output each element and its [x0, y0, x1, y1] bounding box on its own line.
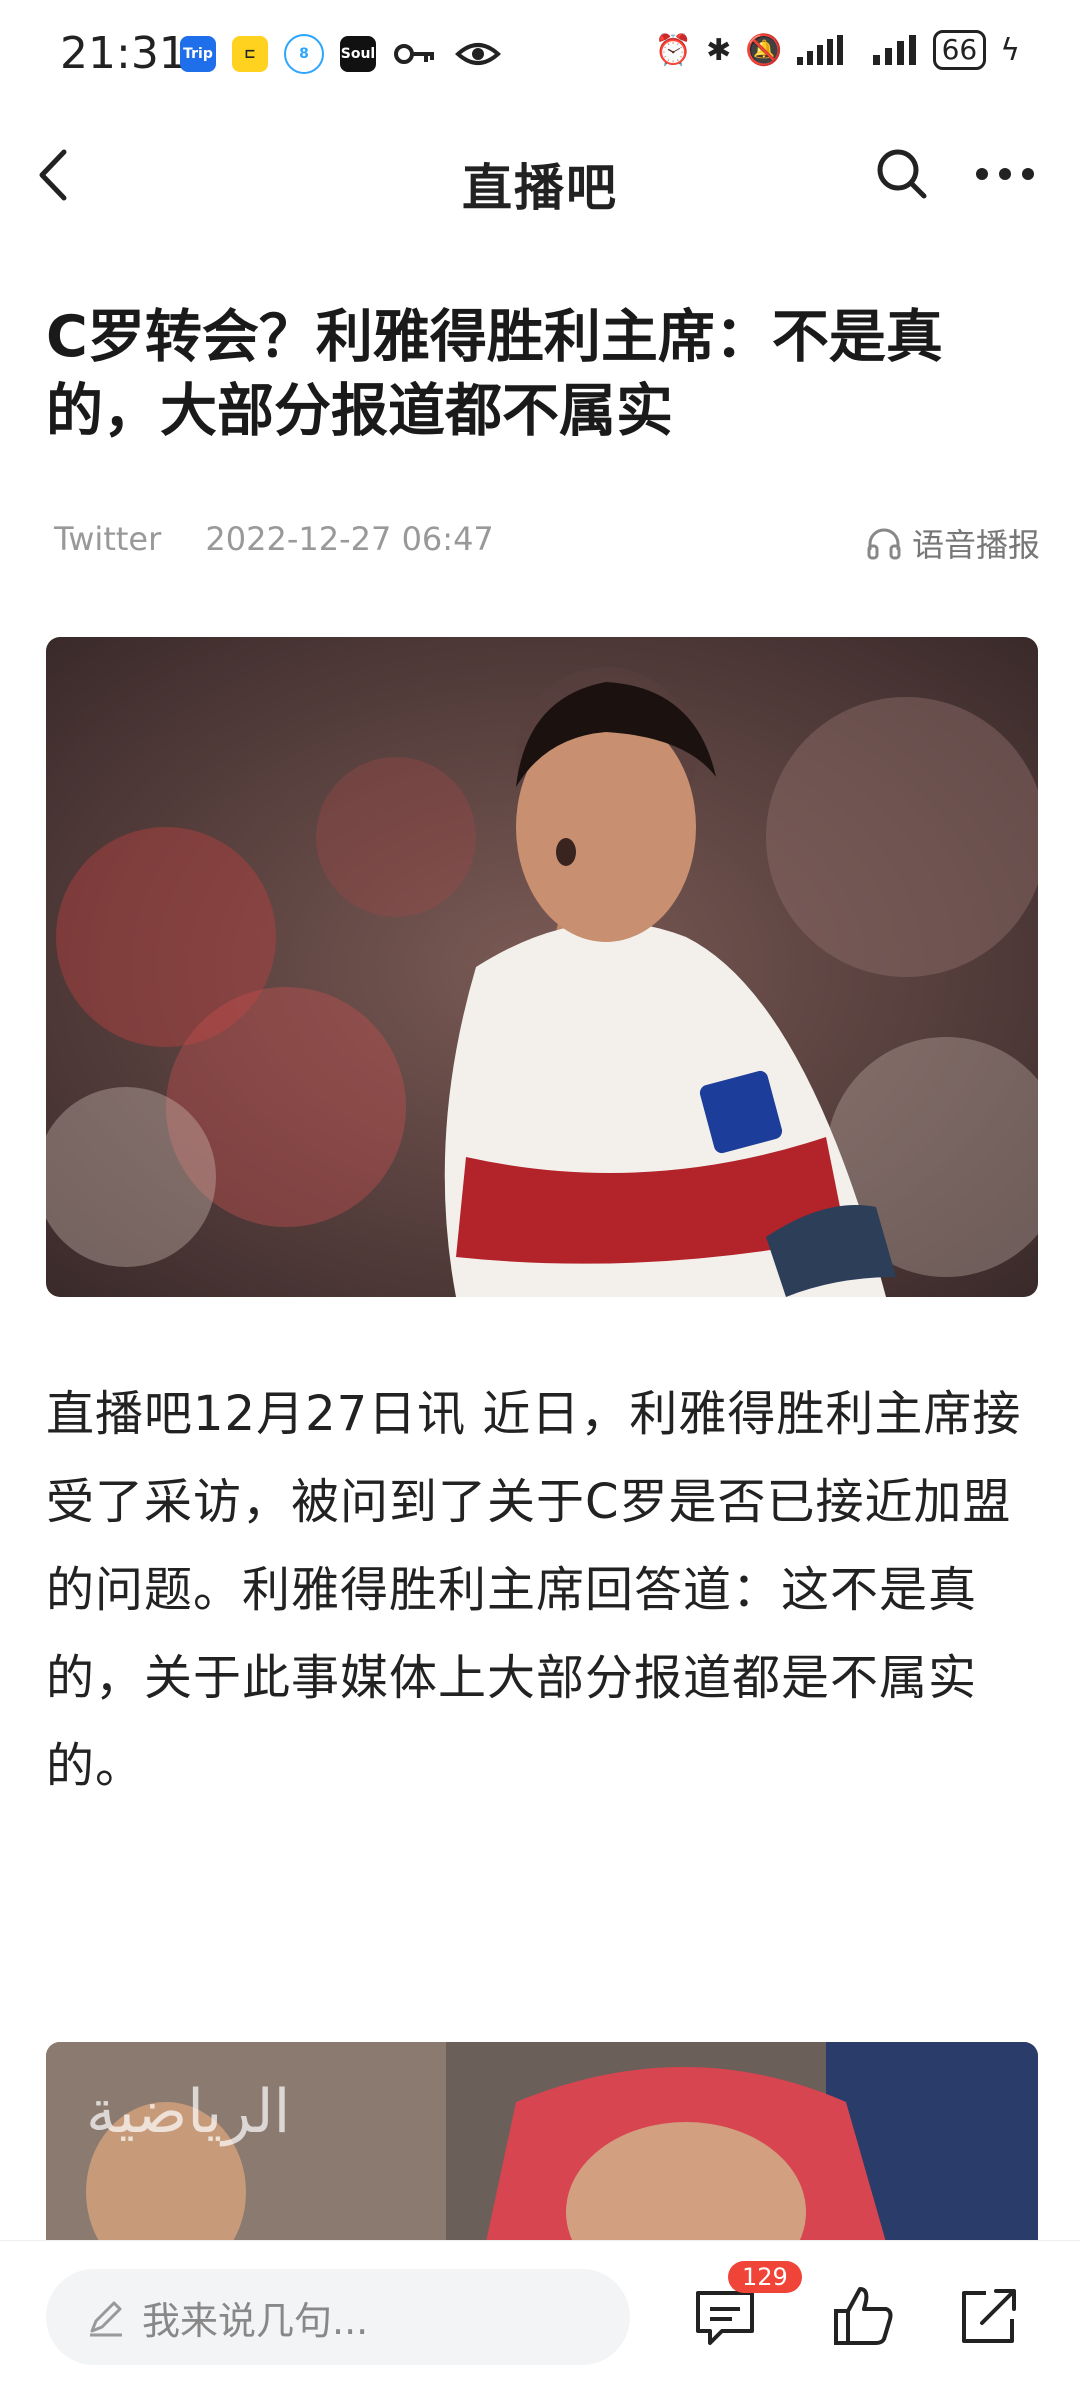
- article-headline: C罗转会？利雅得胜利主席：不是真的，大部分报道都不属实: [46, 304, 943, 444]
- soul-app-icon: Soul: [340, 36, 376, 72]
- system-status: ⏰ ✱ 🔕 66 ϟ: [655, 30, 1020, 70]
- article-photo-2[interactable]: الرياضية: [46, 2042, 1038, 2242]
- pen-icon: [90, 2301, 122, 2337]
- status-time: 21:31: [60, 28, 187, 79]
- article-body: 直播吧12月27日讯 近日，利雅得胜利主席接受了采访，被问到了关于C罗是否已接近…: [46, 1386, 1022, 1794]
- comment-count-badge: 129: [728, 2261, 802, 2293]
- search-icon[interactable]: [874, 146, 930, 202]
- status-bar: 21:31 Trip ⊏ 8 Soul ⏰ ✱ 🔕 66 ϟ: [0, 0, 1080, 110]
- bottom-action-bar: 我来说几句... 129: [0, 2240, 1080, 2388]
- headphones-icon: [867, 528, 901, 560]
- article-meta: Twitter 2022-12-27 06:47: [54, 520, 528, 558]
- share-icon[interactable]: [956, 2283, 1022, 2349]
- more-icon[interactable]: [970, 146, 1040, 202]
- notification-icons: Trip ⊏ 8 Soul: [180, 34, 502, 74]
- eye-icon: [455, 43, 501, 65]
- signal-icon: [796, 35, 843, 65]
- nav-bar: 直播吧: [0, 110, 1080, 240]
- bluetooth-icon: ✱: [706, 32, 732, 68]
- eight-app-icon: 8: [284, 34, 324, 74]
- like-icon[interactable]: [830, 2283, 896, 2349]
- mute-icon: 🔕: [745, 32, 783, 68]
- article-photo[interactable]: [46, 637, 1038, 1297]
- trip-app-icon: Trip: [180, 36, 216, 72]
- key-icon: [394, 44, 434, 64]
- article-datetime: 2022-12-27 06:47: [205, 520, 494, 558]
- comment-placeholder: 我来说几句...: [142, 2298, 369, 2343]
- signal-icon-2: [872, 35, 916, 65]
- interview-photo-illustration: الرياضية: [46, 2042, 1038, 2242]
- alarm-icon: ⏰: [654, 32, 693, 68]
- svg-text:الرياضية: الرياضية: [86, 2077, 290, 2147]
- audio-broadcast-button[interactable]: 语音播报: [866, 520, 1040, 566]
- article-source[interactable]: Twitter: [54, 520, 161, 558]
- battery-level: 66: [932, 30, 987, 70]
- comment-input[interactable]: 我来说几句...: [46, 2269, 630, 2365]
- mail-app-icon: ⊏: [232, 36, 268, 72]
- player-photo-illustration: [46, 637, 1038, 1297]
- audio-label: 语音播报: [911, 526, 1040, 564]
- charging-icon: ϟ: [1000, 32, 1020, 68]
